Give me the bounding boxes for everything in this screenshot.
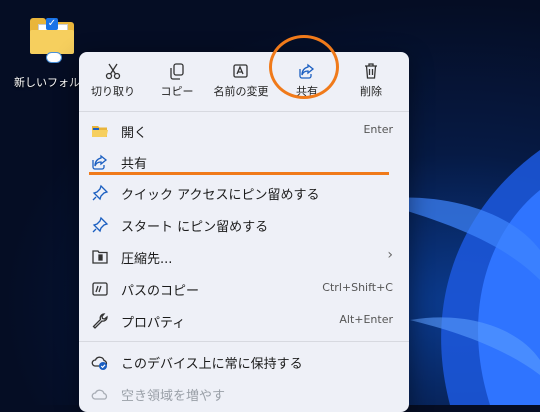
path-icon: [92, 282, 108, 296]
context-menu: 切り取り コピー 名前の変更 共有 削除 開く Enter 共有 クイック アク…: [79, 52, 409, 412]
menu-item-label: 開く: [121, 126, 148, 141]
zip-icon: [92, 250, 108, 264]
menu-item-keep-on-device[interactable]: このデバイス上に常に保持する: [79, 346, 409, 377]
submenu-chevron-icon: ›: [387, 247, 393, 263]
delete-button[interactable]: 削除: [339, 58, 403, 104]
annotation-underline: [89, 172, 389, 175]
menu-item-label: パスのコピー: [121, 284, 200, 299]
menu-item-copy-path[interactable]: パスのコピー Ctrl+Shift+C: [79, 273, 409, 304]
cloud-icon: [91, 389, 108, 400]
menu-item-pin-quick-access[interactable]: クイック アクセスにピン留めする: [79, 177, 409, 208]
wrench-icon: [92, 313, 108, 329]
folder-open-icon: [92, 126, 108, 137]
rename-icon: [233, 64, 248, 78]
context-toolbar: 切り取り コピー 名前の変更 共有 削除: [79, 52, 409, 110]
menu-item-open[interactable]: 開く Enter: [79, 115, 409, 146]
menu-item-label: 空き領域を増やす: [121, 389, 226, 404]
trash-icon: [365, 63, 377, 79]
menu-item-label: このデバイス上に常に保持する: [121, 357, 303, 372]
divider: [79, 341, 409, 342]
menu-item-accelerator: Enter: [363, 123, 393, 136]
pin-icon: [92, 216, 109, 233]
delete-label: 削除: [360, 85, 382, 98]
annotation-circle: [269, 35, 339, 99]
checkbox-icon: ✓: [46, 18, 58, 30]
menu-item-label: 共有: [121, 157, 148, 172]
copy-icon: [170, 63, 184, 80]
menu-item-accelerator: Alt+Enter: [339, 313, 393, 326]
cut-button[interactable]: 切り取り: [81, 58, 145, 104]
copy-label: コピー: [160, 85, 194, 98]
menu-item-properties[interactable]: プロパティ Alt+Enter: [79, 305, 409, 336]
scissors-icon: [105, 63, 121, 80]
menu-item-label: クイック アクセスにピン留めする: [121, 188, 320, 203]
divider: [79, 111, 409, 112]
menu-item-pin-start[interactable]: スタート にピン留めする: [79, 209, 409, 240]
copy-button[interactable]: コピー: [145, 58, 209, 104]
menu-item-label: 圧縮先...: [121, 252, 173, 267]
share-icon: [92, 154, 108, 170]
folder-icon: ✓: [30, 18, 74, 63]
pin-icon: [92, 184, 109, 201]
menu-item-label: スタート にピン留めする: [121, 220, 269, 235]
cloud-keep-icon: [91, 356, 108, 370]
menu-item-compress[interactable]: 圧縮先... ›: [79, 241, 409, 272]
rename-label: 名前の変更: [213, 85, 269, 98]
menu-item-accelerator: Ctrl+Shift+C: [322, 281, 393, 294]
cloud-sync-icon: [46, 52, 62, 63]
cut-label: 切り取り: [91, 85, 135, 98]
menu-item-label: プロパティ: [121, 316, 186, 331]
rename-button[interactable]: 名前の変更: [209, 58, 273, 104]
menu-item-free-up-space: 空き領域を増やす: [79, 378, 409, 409]
